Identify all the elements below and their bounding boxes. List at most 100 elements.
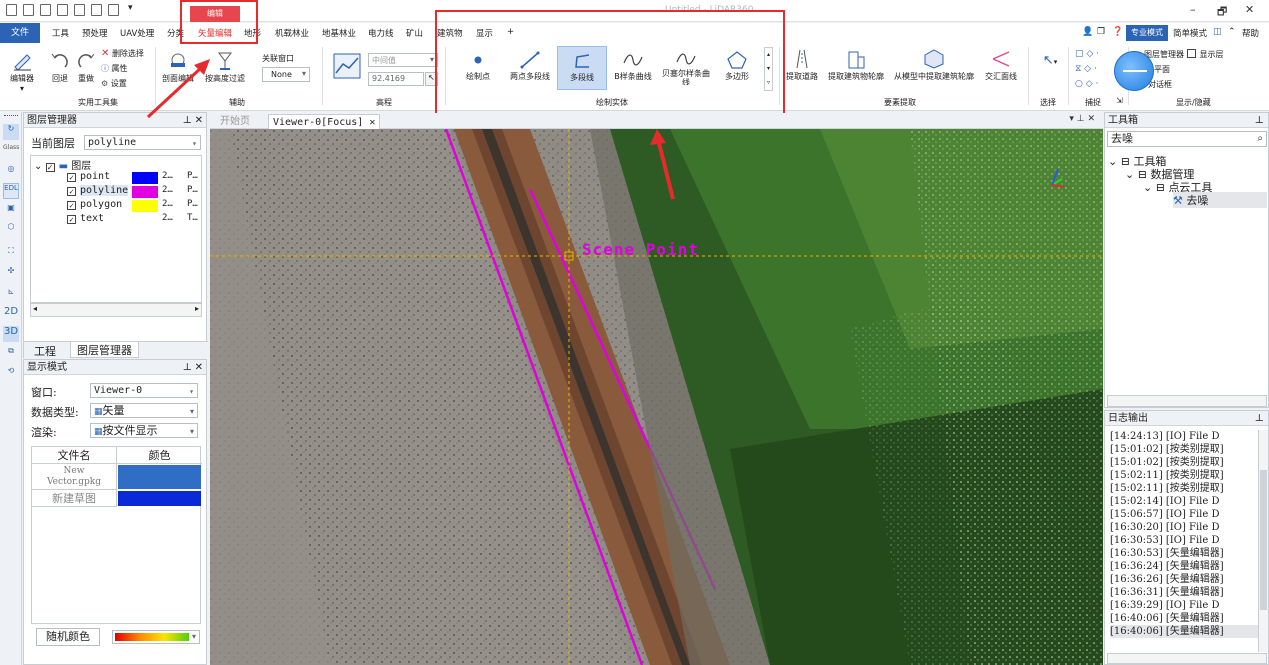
extract-road-button[interactable]: 提取道路 — [784, 49, 820, 82]
tab-close-icon[interactable]: ✕ — [369, 117, 375, 128]
pin-icon[interactable]: ⊥ — [1255, 113, 1264, 128]
layer-checkbox[interactable]: ✓ — [67, 201, 76, 210]
view-3d-button[interactable]: 3D — [3, 326, 19, 342]
measure-icon[interactable]: ⊾ — [3, 287, 19, 303]
collapse-ribbon-icon[interactable]: ⌃ — [1228, 27, 1236, 37]
redo-button[interactable]: 重做 — [74, 49, 98, 84]
editor-button[interactable]: 编辑器 ▾ — [6, 49, 38, 93]
menu-tools[interactable]: 工具 — [52, 27, 69, 39]
layer-checkbox[interactable]: ✓ — [67, 215, 76, 224]
maximize-button[interactable]: 🗗 — [1217, 3, 1227, 22]
menu-mining[interactable]: 矿山 — [406, 27, 423, 39]
layer-row-point[interactable]: ✓ point — [67, 171, 110, 182]
expand-icon[interactable]: ⌄ — [1108, 155, 1117, 168]
delete-icon[interactable] — [40, 4, 51, 16]
file-name-cell[interactable]: New Vector.gpkg — [32, 464, 117, 490]
capture-icon[interactable]: ⧉ — [3, 346, 19, 362]
pin-icon[interactable]: ⊥ — [183, 360, 192, 375]
reset-view-icon[interactable]: ⟲ — [3, 366, 19, 382]
scroll-left-icon[interactable]: ◂ — [33, 304, 37, 313]
rotate-tool-icon[interactable]: ↻ — [3, 124, 19, 140]
tab-layer-manager[interactable]: 图层管理器 — [70, 342, 139, 358]
minimize-button[interactable]: – — [1190, 3, 1196, 16]
file-color-cell[interactable] — [118, 465, 201, 489]
expand-icon[interactable]: ⌄ — [34, 161, 42, 172]
screenshot-icon[interactable] — [108, 4, 119, 16]
render-select[interactable]: ▦按文件显示 ▾ — [90, 423, 198, 438]
help-circle-icon[interactable]: ❓ — [1112, 27, 1123, 37]
pin-icon[interactable]: ⊥ — [1255, 411, 1264, 426]
elevation-icon-button[interactable] — [332, 53, 362, 81]
snap-settings-icon[interactable]: ⇲ — [1116, 96, 1123, 105]
elevation-value-field[interactable]: 92.4169 — [368, 72, 424, 86]
customize-quick-access[interactable]: ▾ — [128, 3, 133, 13]
expand-icon[interactable]: ⌄ — [1143, 181, 1152, 194]
menu-uav[interactable]: UAV处理 — [120, 27, 154, 39]
log-scroll-thumb[interactable] — [1260, 470, 1267, 610]
layer-row-polygon[interactable]: ✓ polygon — [67, 199, 122, 210]
folder-icon[interactable] — [74, 4, 85, 16]
window-select[interactable]: Viewer-0 ▾ — [90, 383, 198, 398]
floating-assistant-ball[interactable] — [1114, 51, 1154, 91]
menu-powerline[interactable]: 电力线 — [368, 27, 394, 39]
data-type-select[interactable]: ▦矢量 ▾ — [90, 403, 198, 418]
layer-color-swatch[interactable] — [132, 200, 158, 212]
file-color-cell[interactable] — [118, 491, 201, 506]
close-icon[interactable]: ✕ — [195, 360, 203, 375]
toolbox-denoise[interactable]: ⚒ 去噪 — [1173, 192, 1267, 208]
pro-mode-button[interactable]: 专业模式 — [1126, 25, 1168, 41]
export-icon[interactable] — [91, 4, 102, 16]
tab-project[interactable]: 工程 — [34, 343, 56, 359]
eye-icon[interactable]: ◎ — [3, 164, 19, 180]
user-icon[interactable]: 👤 — [1082, 27, 1093, 37]
simple-mode-button[interactable]: 简单模式 — [1173, 27, 1207, 39]
show-layer-checkbox[interactable] — [1186, 49, 1196, 58]
root-checkbox[interactable]: ✓ — [45, 163, 55, 172]
tab-viewer-0[interactable]: Viewer-0[Focus] ✕ — [268, 114, 381, 129]
tab-start-page[interactable]: 开始页 — [216, 114, 254, 129]
viewer-window-controls[interactable]: ▾ ⊥ ✕ — [1069, 114, 1095, 124]
menu-preprocess[interactable]: 预处理 — [82, 27, 108, 39]
file-name-cell[interactable]: 新建草图 — [32, 490, 117, 507]
layer-checkbox[interactable]: ✓ — [67, 187, 76, 196]
attribute-button[interactable]: ⓘ 属性 — [101, 63, 128, 74]
cube-icon[interactable]: ⬡ — [3, 222, 19, 238]
layer-root[interactable]: ⌄ ✓ ▬ 图层 — [34, 157, 91, 172]
box-icon[interactable]: ▣ — [3, 203, 19, 219]
copy-icon[interactable]: ❐ — [1097, 27, 1105, 37]
current-layer-select[interactable]: polyline ▾ — [84, 135, 201, 150]
settings-button[interactable]: ⚙ 设置 — [101, 78, 127, 89]
menu-tls-forestry[interactable]: 地基林业 — [322, 27, 356, 39]
save-icon[interactable] — [57, 4, 68, 16]
fit-view-icon[interactable]: ⛶ — [3, 246, 19, 262]
expand-icon[interactable]: ⌄ — [1125, 168, 1134, 181]
close-button[interactable]: ✕ — [1245, 3, 1254, 16]
axis-icon[interactable]: ✣ — [3, 266, 19, 282]
intersect-button[interactable]: 交汇面线 — [982, 49, 1020, 82]
elevation-mode-select[interactable]: 中间值 ▾ — [368, 53, 438, 67]
menu-file[interactable]: 文件 — [0, 23, 40, 43]
color-ramp-select[interactable]: ▾ — [112, 630, 200, 644]
delete-selection-button[interactable]: ✕ 删除选择 — [101, 48, 144, 59]
select-button[interactable]: ↖▾ — [1038, 53, 1062, 68]
toolbox-search[interactable]: 去噪 ⌕ — [1107, 131, 1267, 147]
scroll-right-icon[interactable]: ▸ — [195, 304, 199, 313]
layout-icon[interactable]: ◫ — [1213, 27, 1222, 37]
undo-button[interactable]: 回退 — [48, 49, 72, 84]
point-cloud-viewer[interactable]: Scene Point — [210, 129, 1103, 665]
new-file-icon[interactable] — [6, 4, 17, 16]
layer-color-swatch[interactable] — [132, 172, 158, 184]
layer-row-polyline[interactable]: ✓ polyline — [67, 185, 129, 196]
link-window-select[interactable]: None ▾ — [262, 67, 310, 82]
layer-tree-hscrollbar[interactable]: ◂ ▸ — [30, 303, 202, 317]
menu-als-forestry[interactable]: 机载林业 — [275, 27, 309, 39]
toolbox-hscrollbar[interactable] — [1107, 395, 1267, 407]
layer-color-swatch[interactable] — [132, 186, 158, 198]
search-icon[interactable]: ⌕ — [1257, 132, 1263, 146]
open-file-icon[interactable] — [23, 4, 34, 16]
edl-button[interactable]: EDL — [3, 183, 19, 199]
layer-checkbox[interactable]: ✓ — [67, 173, 76, 182]
view-2d-button[interactable]: 2D — [3, 306, 19, 322]
extract-building-button[interactable]: 提取建筑物轮廓 — [826, 49, 886, 82]
menu-help[interactable]: 帮助 — [1242, 27, 1259, 39]
